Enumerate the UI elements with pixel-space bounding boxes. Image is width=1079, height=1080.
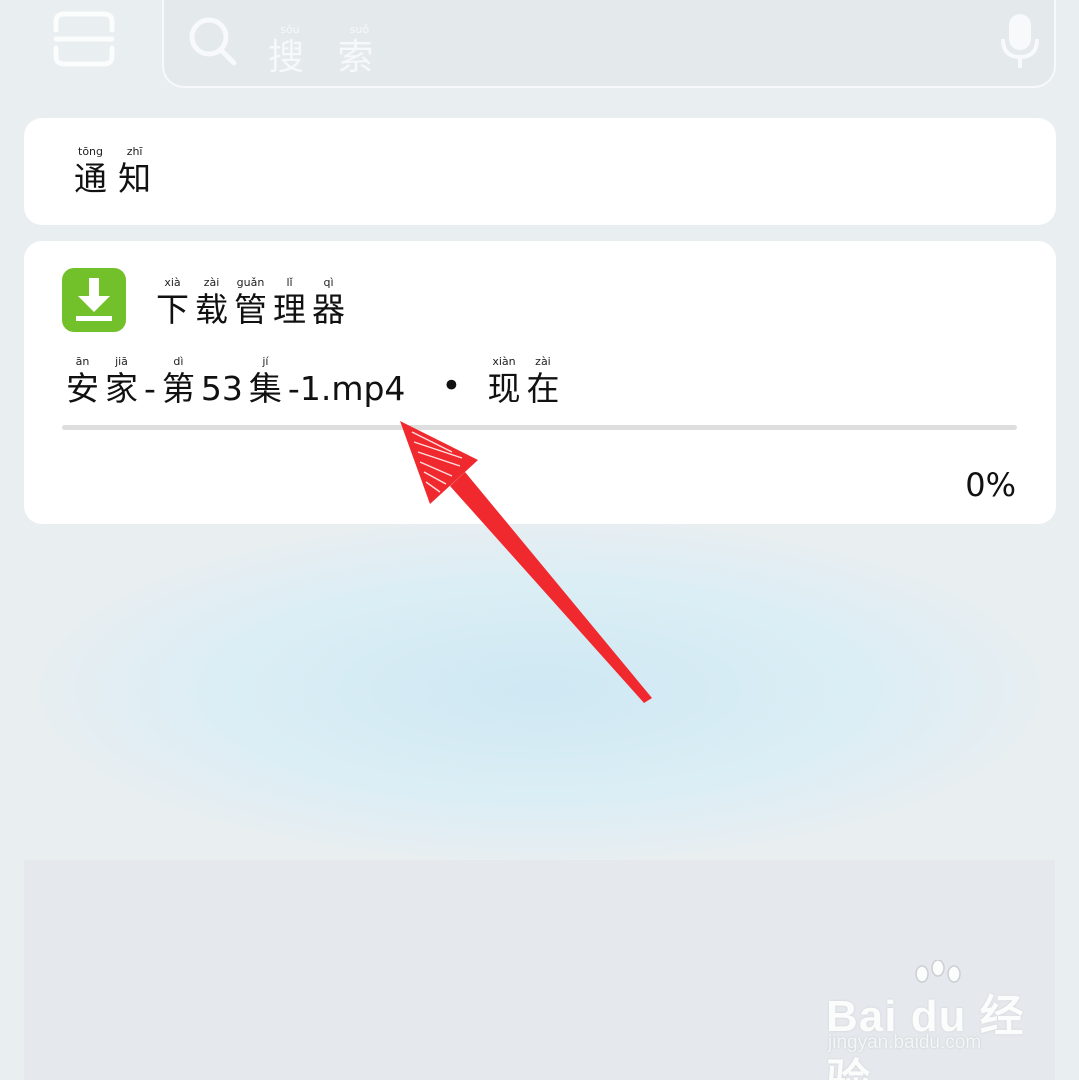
app-name-char: qì 器 [312, 277, 345, 326]
microphone-icon[interactable] [1000, 12, 1040, 70]
notifications-header-card: tōng 通 zhī 知 [24, 118, 1056, 225]
timestamp-part: xiàn 现 [487, 356, 520, 405]
search-char: suǒ 索 [337, 24, 381, 76]
hanzi: 53 [200, 369, 243, 408]
hanzi: 在 [526, 369, 560, 408]
file-name-part: -1.mp4 [288, 356, 405, 405]
hanzi: 下 [156, 290, 189, 329]
app-name-char: guǎn 管 [234, 277, 267, 326]
background-glow [40, 520, 1040, 860]
hanzi: 知 [118, 159, 152, 198]
hanzi: 现 [487, 369, 521, 408]
hanzi: 搜 [268, 37, 313, 78]
download-arrow-icon [76, 278, 112, 321]
baidu-jingyan-watermark: Bai du 经验 jingyan.baidu.com [826, 960, 1026, 1080]
file-name-part: 53 [201, 356, 243, 405]
notifications-title: tōng 通 zhī 知 [74, 146, 157, 195]
title-char: zhī 知 [118, 146, 151, 195]
download-progress-percent: 0% [965, 466, 1016, 504]
app-name-char: zài 载 [195, 277, 228, 326]
hanzi: 家 [105, 369, 138, 408]
search-icon [189, 17, 237, 66]
watermark-url: jingyan.baidu.com [828, 1032, 982, 1053]
file-name-part: jí 集 [249, 356, 282, 405]
search-placeholder: sōu 搜 suǒ 索 [268, 24, 387, 76]
download-notification-card[interactable]: xià 下 zài 载 guǎn 管 lǐ 理 qì 器 ān 安 jiā 家 - dì 第 53 jí 集 -1.m… [24, 241, 1056, 524]
download-manager-app-icon [62, 268, 126, 332]
file-name-part: - [144, 356, 156, 405]
scan-button[interactable] [50, 8, 118, 70]
file-name-part: ān 安 [66, 356, 99, 405]
search-box[interactable]: sōu 搜 suǒ 索 [162, 0, 1056, 88]
hanzi: 载 [195, 290, 228, 329]
hanzi: 集 [248, 369, 282, 408]
hanzi: - [144, 369, 156, 408]
hanzi: -1.mp4 [287, 369, 406, 408]
hanzi: 管 [234, 290, 267, 329]
search-char: sōu 搜 [268, 24, 312, 76]
hanzi: 器 [312, 290, 345, 329]
hanzi: 安 [66, 369, 99, 408]
hanzi: 通 [74, 159, 107, 198]
title-char: tōng 通 [74, 146, 107, 195]
app-name-char: xià 下 [156, 277, 189, 326]
hanzi: 理 [273, 290, 306, 329]
app-name: xià 下 zài 载 guǎn 管 lǐ 理 qì 器 [156, 277, 351, 326]
file-name-part: dì 第 [162, 356, 195, 405]
separator-dot: • [441, 366, 462, 406]
watermark-logo: Bai du 经验 [826, 992, 1025, 1080]
hanzi: 索 [337, 37, 382, 78]
scan-icon [53, 11, 115, 67]
download-progress-bar [62, 425, 1017, 430]
download-file-line: ān 安 jiā 家 - dì 第 53 jí 集 -1.mp4 • xiàn 现 zài 在 [66, 356, 565, 405]
file-name-part: jiā 家 [105, 356, 138, 405]
hanzi: 第 [161, 369, 195, 408]
app-name-char: lǐ 理 [273, 277, 306, 326]
timestamp-part: zài 在 [526, 356, 559, 405]
